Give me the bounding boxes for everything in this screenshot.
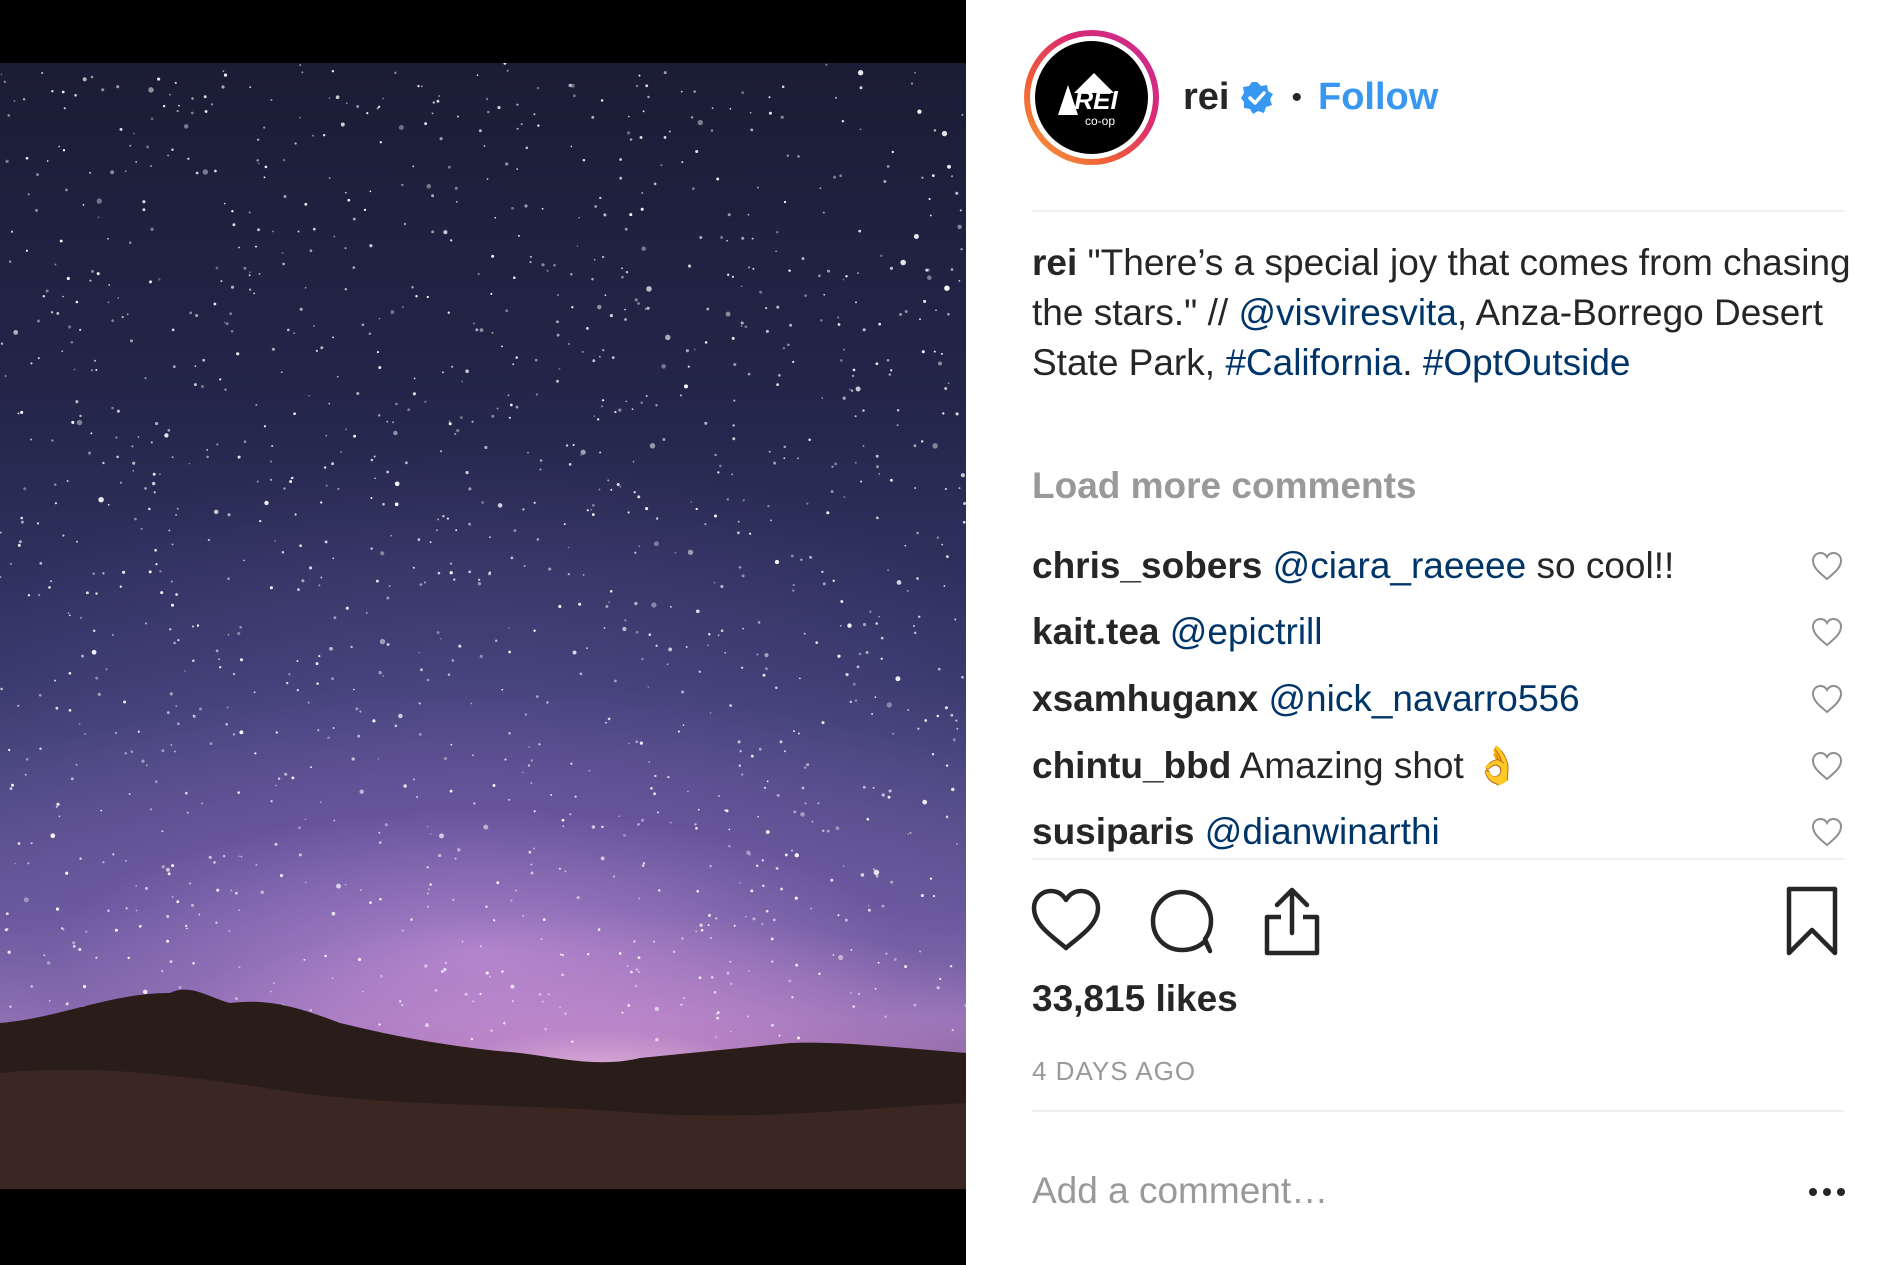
comment-like-heart-icon[interactable]	[1810, 815, 1844, 849]
post-timestamp[interactable]: 4 DAYS AGO	[1032, 1056, 1196, 1087]
post-photo[interactable]	[0, 63, 966, 1189]
comment-username[interactable]: chintu_bbd	[1032, 745, 1231, 786]
comment-like-heart-icon[interactable]	[1810, 749, 1844, 783]
share-icon[interactable]	[1256, 885, 1328, 957]
post-header: REI co-op rei • Follow	[1024, 30, 1844, 165]
comment-username[interactable]: kait.tea	[1032, 611, 1160, 652]
caption: rei "There’s a special joy that comes fr…	[1032, 238, 1852, 388]
verified-badge-icon	[1239, 80, 1275, 116]
separator-dot: •	[1291, 80, 1302, 114]
comment-username[interactable]: xsamhuganx	[1032, 678, 1258, 719]
comment-like-heart-icon[interactable]	[1810, 682, 1844, 716]
comment-row: chintu_bbd Amazing shot 👌	[1032, 740, 1844, 792]
comment-username[interactable]: chris_sobers	[1032, 545, 1262, 586]
comment-username[interactable]: susiparis	[1032, 811, 1194, 852]
action-bar	[1030, 885, 1844, 960]
follow-button[interactable]: Follow	[1318, 76, 1438, 119]
svg-text:REI: REI	[1074, 85, 1118, 115]
comment-bubble-icon[interactable]	[1146, 885, 1218, 957]
comment-row: chris_sobers @ciara_raeeee so cool!!	[1032, 540, 1844, 592]
avatar-gap: REI co-op	[1030, 36, 1153, 159]
divider	[1032, 1110, 1844, 1112]
heart-icon[interactable]	[1030, 885, 1102, 957]
load-more-comments-button[interactable]: Load more comments	[1032, 465, 1416, 507]
comment-row: xsamhuganx @nick_navarro556	[1032, 673, 1844, 725]
comment-text: Amazing shot 👌	[1239, 745, 1521, 786]
caption-username[interactable]: rei	[1032, 242, 1077, 283]
caption-text: .	[1402, 342, 1413, 383]
night-sky-stars	[0, 63, 966, 1189]
photo-panel	[0, 0, 966, 1265]
comment-text: so cool!!	[1526, 545, 1675, 586]
comment-like-heart-icon[interactable]	[1810, 615, 1844, 649]
comment-mention[interactable]: @ciara_raeeee	[1273, 545, 1527, 586]
divider	[1032, 210, 1844, 212]
avatar[interactable]: REI co-op	[1024, 30, 1159, 165]
divider	[1032, 858, 1844, 860]
hashtag-link[interactable]: #California	[1225, 342, 1402, 383]
username[interactable]: rei	[1183, 76, 1229, 119]
comment-like-heart-icon[interactable]	[1810, 549, 1844, 583]
svg-text:co-op: co-op	[1084, 114, 1114, 128]
rei-logo: REI co-op	[1035, 41, 1148, 154]
like-count[interactable]: 33,815 likes	[1032, 978, 1238, 1020]
add-comment-input[interactable]	[1032, 1163, 1682, 1219]
comment-mention[interactable]: @dianwinarthi	[1205, 811, 1440, 852]
comment-mention[interactable]: @nick_navarro556	[1268, 678, 1579, 719]
bookmark-icon[interactable]	[1776, 885, 1848, 957]
hashtag-link[interactable]: #OptOutside	[1423, 342, 1631, 383]
post-details: REI co-op rei • Follow rei "There’s a sp…	[966, 0, 1900, 1265]
caption-mention[interactable]: @visviresvita	[1238, 292, 1456, 333]
comment-mention[interactable]: @epictrill	[1170, 611, 1323, 652]
comment-row: susiparis @dianwinarthi	[1032, 806, 1844, 858]
more-options-icon[interactable]	[1802, 1172, 1852, 1212]
rei-logo-icon: REI co-op	[1057, 72, 1118, 128]
comment-row: kait.tea @epictrill	[1032, 606, 1844, 658]
